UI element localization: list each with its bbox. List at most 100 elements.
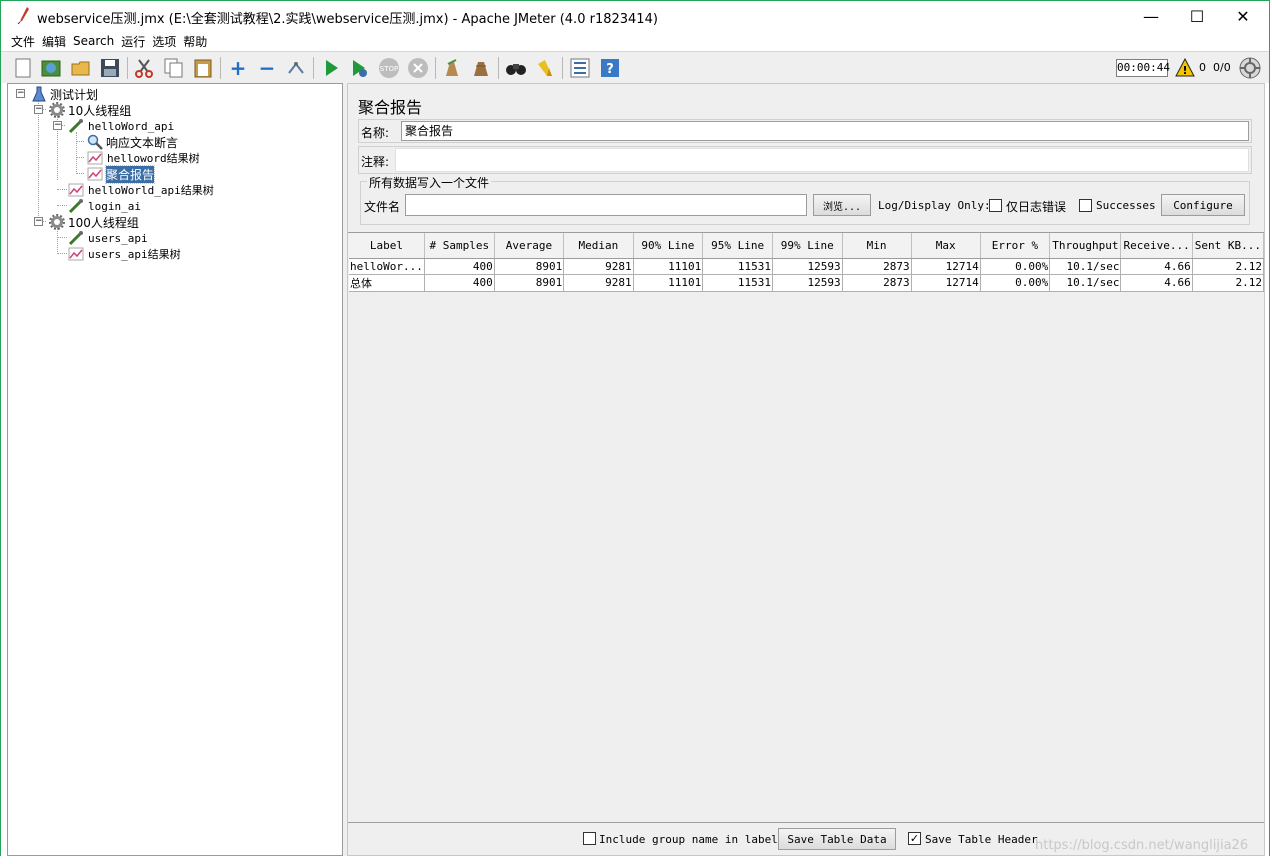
tree-item-thread-group-10[interactable]: 10人线程组 <box>48 102 131 118</box>
gear-icon <box>48 214 66 230</box>
include-group-checkbox[interactable] <box>583 832 596 845</box>
column-header[interactable]: Receive... <box>1120 233 1193 259</box>
collapse-icon[interactable]: − <box>256 56 278 80</box>
tree-item-response-assertion[interactable]: 响应文本断言 <box>86 134 178 150</box>
warning-icon[interactable]: ! <box>1175 57 1195 78</box>
shutdown-icon[interactable] <box>407 57 429 79</box>
table-cell: 2.12 <box>1192 274 1265 292</box>
menu-file[interactable]: 文件 <box>11 33 35 50</box>
table-cell: 11531 <box>702 258 773 275</box>
cut-icon[interactable] <box>133 57 155 79</box>
tree-item-helloword-result-tree[interactable]: helloword结果树 <box>86 150 201 166</box>
start-no-pauses-icon[interactable] <box>348 57 370 79</box>
table-cell: 400 <box>424 274 495 292</box>
table-cell: 0.00% <box>980 258 1051 275</box>
new-icon[interactable] <box>12 57 34 79</box>
tree-item-test-plan[interactable]: 测试计划 <box>30 86 98 102</box>
column-header[interactable]: Average <box>494 233 565 259</box>
stop-icon[interactable]: STOP <box>378 57 400 79</box>
collapse-group2-icon[interactable]: − <box>34 217 43 226</box>
tree-label: 响应文本断言 <box>106 135 179 150</box>
table-cell: 4.66 <box>1120 274 1193 292</box>
copy-icon[interactable] <box>163 57 185 79</box>
templates-icon[interactable] <box>40 57 62 79</box>
jmeter-feather-icon <box>17 6 31 25</box>
collapse-sampler1-icon[interactable]: − <box>53 121 62 130</box>
save-table-data-button[interactable]: Save Table Data <box>778 828 896 850</box>
function-helper-icon[interactable] <box>569 57 591 79</box>
menu-search[interactable]: Search <box>73 34 114 48</box>
pipette-icon <box>67 230 85 246</box>
tree-item-helloworld-api-result-tree[interactable]: helloWorld_api结果树 <box>67 182 215 198</box>
maximize-button[interactable]: ☐ <box>1174 1 1220 31</box>
table-cell: 4.66 <box>1120 258 1193 275</box>
expand-icon[interactable]: + <box>227 56 249 80</box>
results-table-area: Label # Samples Average Median 90% Line … <box>348 232 1265 823</box>
pipette-icon <box>67 118 85 134</box>
close-button[interactable]: ✕ <box>1220 1 1266 31</box>
save-table-header-checkbox[interactable]: ✓ <box>908 832 921 845</box>
comment-field[interactable] <box>395 148 1249 172</box>
reset-search-icon[interactable] <box>534 57 556 79</box>
column-header[interactable]: Label <box>349 233 425 259</box>
table-row[interactable]: helloWor... 400 8901 9281 11101 11531 12… <box>349 258 1265 275</box>
tree-item-helloword-api[interactable]: helloWord_api <box>67 118 175 134</box>
tree-label: helloword结果树 <box>107 152 200 165</box>
successes-checkbox[interactable] <box>1079 199 1092 212</box>
table-cell: 12593 <box>772 258 843 275</box>
tree-item-users-api[interactable]: users_api <box>67 230 149 246</box>
save-icon[interactable] <box>99 57 121 79</box>
test-plan-tree[interactable]: − − − − 测试计划 10人线程组 helloWord_api 响应文本断言… <box>7 83 343 856</box>
svg-text:?: ? <box>606 62 614 77</box>
tree-item-users-api-result-tree[interactable]: users_api结果树 <box>67 246 182 262</box>
collapse-test-plan-icon[interactable]: − <box>16 89 25 98</box>
open-icon[interactable] <box>70 57 92 79</box>
minimize-button[interactable]: — <box>1128 1 1174 31</box>
filename-label: 文件名 <box>364 200 401 214</box>
errors-only-label: 仅日志错误 <box>1006 200 1067 214</box>
paste-icon[interactable] <box>192 57 214 79</box>
name-row: 名称: 聚合报告 <box>358 119 1252 143</box>
column-header[interactable]: 99% Line <box>772 233 843 259</box>
column-header[interactable]: Throughput <box>1049 233 1122 259</box>
browse-button[interactable]: 浏览... <box>813 194 871 216</box>
table-cell: 400 <box>424 258 495 275</box>
toggle-icon[interactable] <box>285 57 307 79</box>
menu-run[interactable]: 运行 <box>121 33 145 50</box>
comment-row: 注释: <box>358 146 1252 174</box>
filename-input[interactable] <box>405 194 807 216</box>
table-cell: helloWor... <box>349 258 425 275</box>
svg-text:!: ! <box>1182 64 1187 77</box>
menu-help[interactable]: 帮助 <box>183 33 207 50</box>
menu-edit[interactable]: 编辑 <box>42 33 66 50</box>
toolbar: + − STOP ? 00:00:44 ! 0 0/0 <box>1 51 1269 83</box>
tree-item-login-ai[interactable]: login_ai <box>67 198 142 214</box>
start-icon[interactable] <box>320 57 342 79</box>
tree-item-aggregate-report[interactable]: 聚合报告 <box>86 164 156 184</box>
results-table: Label # Samples Average Median 90% Line … <box>349 233 1265 292</box>
elapsed-timer: 00:00:44 <box>1116 59 1170 77</box>
close-icon: ✕ <box>1236 6 1250 26</box>
column-header[interactable]: Max <box>911 233 981 259</box>
column-header[interactable]: Sent KB... <box>1192 233 1265 259</box>
column-header[interactable]: Min <box>842 233 912 259</box>
table-cell: 10.1/sec <box>1049 258 1122 275</box>
help-icon[interactable]: ? <box>599 57 621 79</box>
column-header[interactable]: Error % <box>980 233 1051 259</box>
pipette-icon <box>67 198 85 214</box>
tree-item-thread-group-100[interactable]: 100人线程组 <box>48 214 139 230</box>
table-row[interactable]: 总体 400 8901 9281 11101 11531 12593 2873 … <box>349 274 1265 292</box>
collapse-group1-icon[interactable]: − <box>34 105 43 114</box>
name-field[interactable]: 聚合报告 <box>401 121 1249 141</box>
search-icon[interactable] <box>505 57 527 79</box>
column-header[interactable]: # Samples <box>424 233 495 259</box>
column-header[interactable]: Median <box>563 233 634 259</box>
clear-icon[interactable] <box>441 57 463 79</box>
configure-button[interactable]: Configure <box>1161 194 1245 216</box>
column-header[interactable]: 90% Line <box>633 233 704 259</box>
clear-all-icon[interactable] <box>470 57 492 79</box>
table-cell: 2873 <box>842 274 912 292</box>
column-header[interactable]: 95% Line <box>702 233 773 259</box>
errors-only-checkbox[interactable] <box>989 199 1002 212</box>
menu-options[interactable]: 选项 <box>152 33 176 50</box>
